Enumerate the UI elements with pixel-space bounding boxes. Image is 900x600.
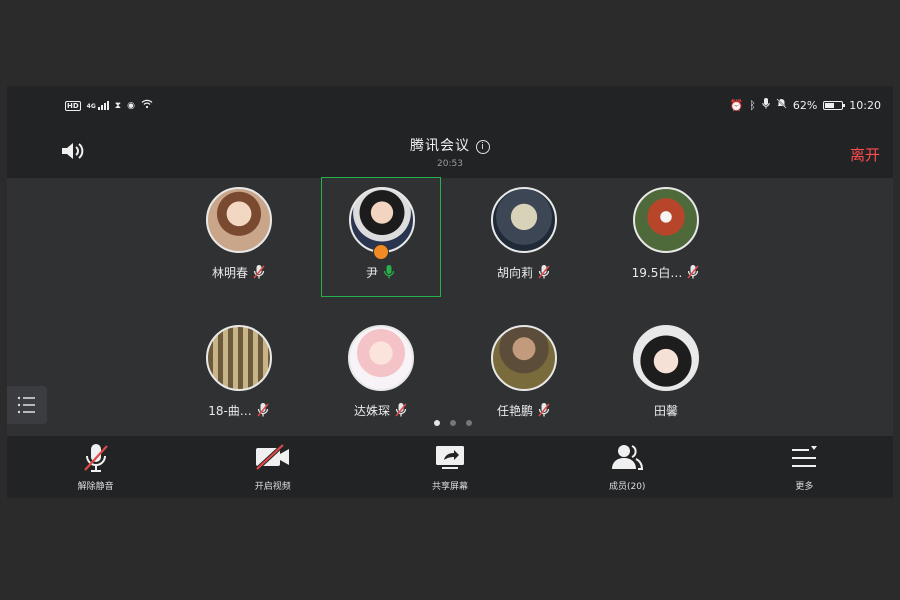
signal-label: 4G [86,103,96,110]
leave-button[interactable]: 离开 [850,144,880,165]
clock: 10:20 [849,98,881,112]
top-bar: HD 4G ⧗ ◉ ⏰ ᛒ 62% 10:20 腾讯会议 i 20:53 离开 [7,86,893,178]
participant-tile[interactable]: 胡向莉 [464,178,584,296]
meeting-title-text: 腾讯会议 [410,138,470,154]
mic-muted-icon [83,444,108,472]
mic-muted-icon [256,402,270,418]
meeting-title: 腾讯会议 i [7,135,893,155]
participant-tile[interactable]: 18-曲… [179,316,299,434]
page-indicator[interactable] [434,420,472,426]
members-button[interactable]: 成员(20) [539,436,716,498]
participant-name: 19.5白… [606,264,726,281]
hd-badge: HD [65,100,81,111]
mic-status-icon [762,98,770,112]
mic-muted-icon [252,264,266,280]
participant-tile[interactable]: 19.5白… [606,178,726,296]
participant-tile[interactable]: 田馨 [606,316,726,434]
participant-tile-active-speaker[interactable]: 尹 [321,177,441,297]
avatar [206,187,272,253]
more-button[interactable]: 更多 [716,436,893,498]
members-icon [612,445,644,470]
participant-list-button[interactable] [7,386,47,424]
wifi-icon [141,99,153,112]
more-menu-icon [792,446,818,467]
mic-muted-icon [537,264,551,280]
participant-name: 任艳鹏 [464,402,584,419]
location-icon: ◉ [127,100,135,111]
host-badge-icon [373,244,389,260]
page-dot[interactable] [450,420,456,426]
signal-icon: 4G [87,101,109,110]
share-screen-icon [436,446,464,469]
participant-name: 胡向莉 [464,264,584,281]
unmute-button[interactable]: 解除静音 [7,436,184,498]
participant-name: 尹 [322,264,440,281]
participant-name: 达姝琛 [321,402,441,419]
page-dot[interactable] [466,420,472,426]
bottom-toolbar: 解除静音 开启视频 共享屏幕 成员(20) 更多 [7,436,893,498]
participant-name: 田馨 [653,404,678,418]
more-label: 更多 [795,482,814,492]
list-icon [17,396,35,414]
avatar [633,187,699,253]
avatar [491,325,557,391]
members-label: 成员(20) [608,482,646,492]
meeting-timer: 20:53 [437,159,463,169]
battery-fill [825,102,835,108]
participant-tile[interactable]: 任艳鹏 [464,316,584,434]
participant-tile[interactable]: 达姝琛 [321,316,441,434]
mic-active-icon [382,264,396,280]
avatar [206,325,272,391]
participant-tile[interactable]: 林明春 [179,178,299,296]
start-video-button[interactable]: 开启视频 [184,436,361,498]
video-off-icon [255,443,289,471]
avatar [348,325,414,391]
bluetooth-icon: ᛒ [749,98,756,112]
battery-icon [823,100,846,110]
info-icon[interactable]: i [476,140,490,154]
unmute-label: 解除静音 [77,482,114,492]
participant-name: 林明春 [179,264,299,281]
bell-off-icon [776,98,787,112]
meeting-screen: HD 4G ⧗ ◉ ⏰ ᛒ 62% 10:20 腾讯会议 i 20:53 离开 … [7,86,893,498]
avatar [633,325,699,391]
share-screen-label: 共享屏幕 [432,482,469,492]
mic-muted-icon [537,402,551,418]
hourglass-icon: ⧗ [114,100,122,111]
participant-name: 18-曲… [179,402,299,419]
avatar [491,187,557,253]
mic-muted-icon [686,264,700,280]
share-screen-button[interactable]: 共享屏幕 [361,436,538,498]
status-bar-right: ⏰ ᛒ 62% 10:20 [730,98,881,112]
mic-muted-icon [394,402,408,418]
page-dot[interactable] [434,420,440,426]
battery-percent: 62% [792,98,818,112]
start-video-label: 开启视频 [254,482,291,492]
status-bar-left: HD 4G ⧗ ◉ [65,99,153,112]
alarm-icon: ⏰ [729,98,744,112]
